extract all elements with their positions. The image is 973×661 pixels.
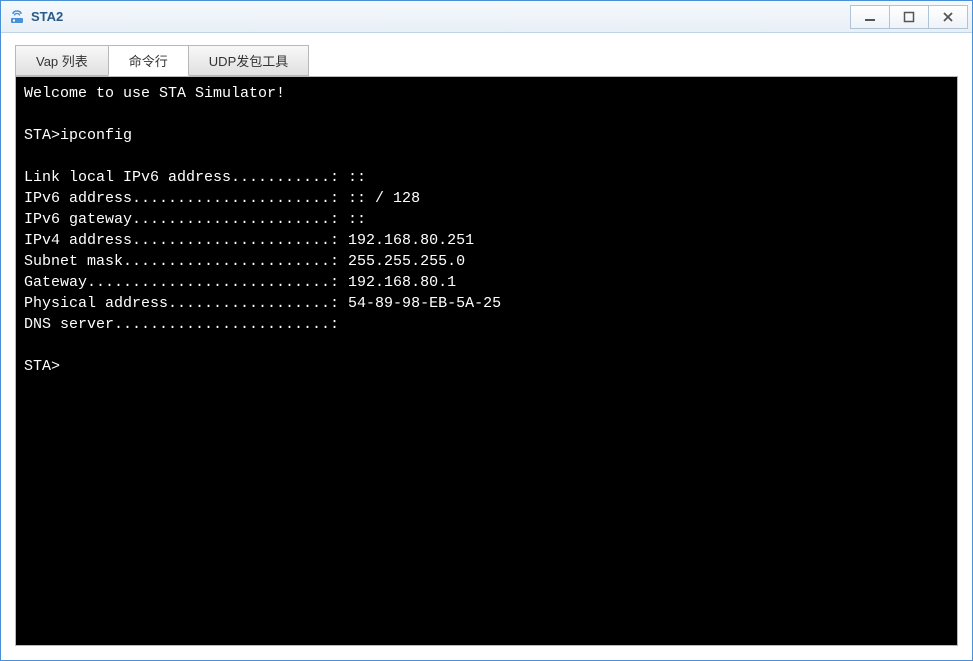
terminal-subnet-mask: Subnet mask.......................: 255.… xyxy=(24,253,465,270)
terminal-ipv6-address: IPv6 address......................: :: /… xyxy=(24,190,420,207)
terminal-prompt1: STA>ipconfig xyxy=(24,127,132,144)
terminal[interactable]: Welcome to use STA Simulator! STA>ipconf… xyxy=(15,76,958,646)
terminal-dns-server: DNS server........................: xyxy=(24,316,339,333)
terminal-gateway: Gateway...........................: 192.… xyxy=(24,274,456,291)
content-area: Vap 列表 命令行 UDP发包工具 Welcome to use STA Si… xyxy=(1,33,972,660)
app-icon xyxy=(9,9,25,25)
tab-cmd-line[interactable]: 命令行 xyxy=(108,45,189,76)
terminal-ipv6-gateway: IPv6 gateway......................: :: xyxy=(24,211,366,228)
titlebar-left: STA2 xyxy=(9,9,63,25)
tab-bar: Vap 列表 命令行 UDP发包工具 xyxy=(15,45,958,76)
terminal-welcome: Welcome to use STA Simulator! xyxy=(24,85,285,102)
maximize-button[interactable] xyxy=(889,5,929,29)
app-window: STA2 Vap 列表 命令行 UDP发包工具 Welcome to use S… xyxy=(0,0,973,661)
window-title: STA2 xyxy=(31,9,63,24)
tab-udp-tool[interactable]: UDP发包工具 xyxy=(188,45,309,76)
terminal-link-local-ipv6: Link local IPv6 address...........: :: xyxy=(24,169,366,186)
terminal-prompt2: STA> xyxy=(24,358,60,375)
terminal-ipv4-address: IPv4 address......................: 192.… xyxy=(24,232,474,249)
tab-vap-list[interactable]: Vap 列表 xyxy=(15,45,109,76)
window-controls xyxy=(851,5,968,29)
close-button[interactable] xyxy=(928,5,968,29)
minimize-button[interactable] xyxy=(850,5,890,29)
terminal-physical-address: Physical address..................: 54-8… xyxy=(24,295,501,312)
titlebar: STA2 xyxy=(1,1,972,33)
